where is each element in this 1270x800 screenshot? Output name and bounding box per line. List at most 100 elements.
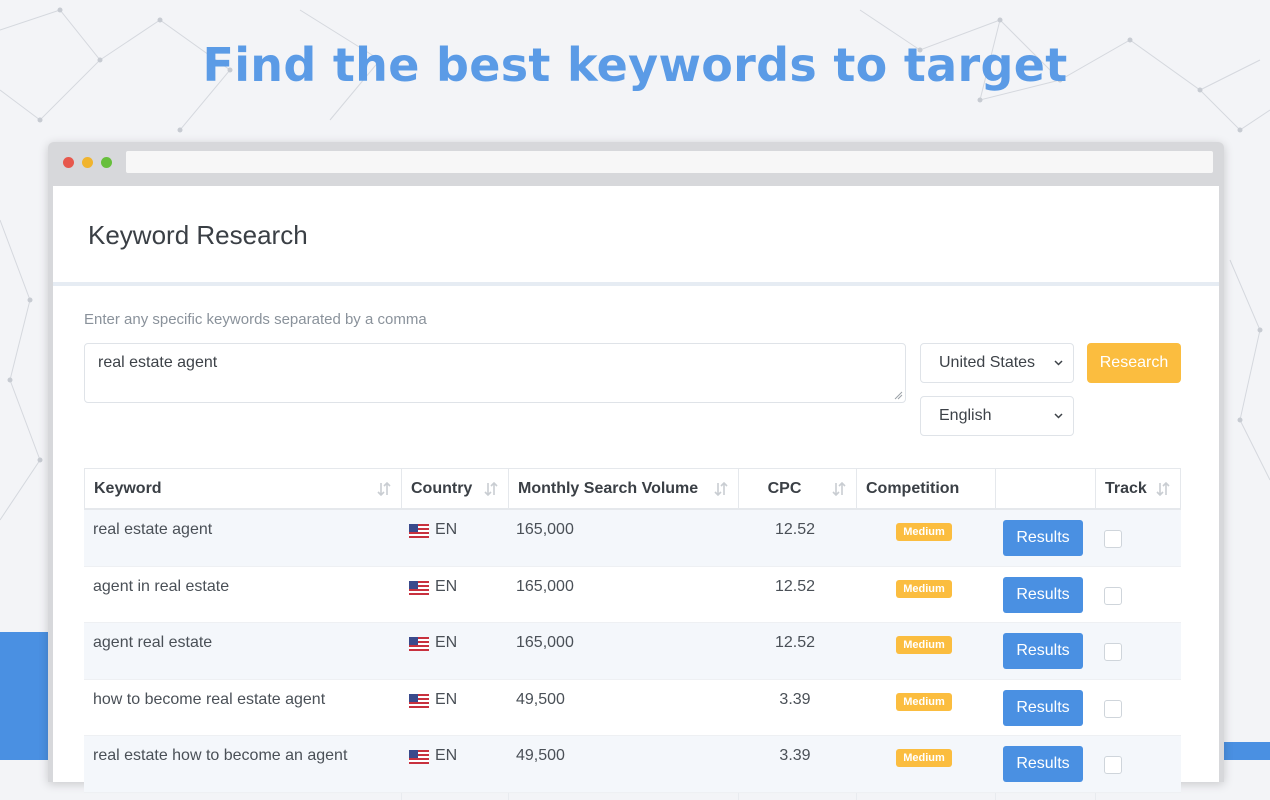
app-content: Keyword Research Enter any specific keyw… <box>53 186 1219 800</box>
keyword-cell: real estate agent <box>93 521 213 538</box>
sort-icon[interactable] <box>484 481 498 497</box>
page-title: Keyword Research <box>88 220 308 250</box>
results-button[interactable]: Results <box>1003 576 1083 613</box>
column-header-label: Monthly Search Volume <box>518 480 699 497</box>
table-header: Keyword Country Monthly Search Volume CP… <box>84 468 1181 510</box>
keyword-cell: real estate how to become an agent <box>93 747 348 764</box>
column-header-volume[interactable]: Monthly Search Volume <box>509 469 739 509</box>
results-button[interactable]: Results <box>1003 689 1083 726</box>
track-cell <box>1104 623 1122 679</box>
track-checkbox[interactable] <box>1104 643 1122 661</box>
competition-badge: Medium <box>896 692 952 711</box>
country-cell: EN <box>409 623 457 679</box>
track-checkbox[interactable] <box>1104 586 1122 605</box>
language-code: EN <box>435 634 458 651</box>
chevron-down-icon <box>1054 413 1063 419</box>
browser-chrome <box>48 142 1224 186</box>
competition-badge: Medium <box>896 579 952 598</box>
track-checkbox[interactable] <box>1104 699 1122 718</box>
country-cell: EN <box>409 680 457 736</box>
competition-cell: Medium <box>854 510 994 566</box>
language-select[interactable]: English <box>920 396 1074 436</box>
research-button[interactable]: Research <box>1087 343 1181 383</box>
country-cell: EN <box>409 510 457 566</box>
keywords-textarea[interactable]: real estate agent <box>84 343 906 403</box>
column-header-label: Track <box>1105 480 1147 497</box>
track-cell <box>1104 567 1122 623</box>
keyword-hint: Enter any specific keywords separated by… <box>84 311 427 328</box>
volume-cell: 165,000 <box>516 577 574 595</box>
competition-badge: Medium <box>896 636 952 654</box>
us-flag-icon <box>409 524 429 538</box>
column-header-competition: Competition <box>857 469 996 509</box>
cpc-cell: 12.52 <box>774 634 816 651</box>
track-cell <box>1104 510 1122 566</box>
competition-badge: Medium <box>896 749 952 767</box>
hero-title: Find the best keywords to target <box>202 38 1068 92</box>
track-checkbox[interactable] <box>1104 756 1122 774</box>
competition-cell: Medium <box>854 623 994 679</box>
table-row: agent in real estate EN 165,000 12.52 Me… <box>84 566 1181 623</box>
language-code: EN <box>435 747 458 764</box>
table-body: real estate agent EN 165,000 12.52 Mediu… <box>84 510 1181 800</box>
language-code: EN <box>435 690 458 708</box>
minimize-window-dot[interactable] <box>82 157 93 168</box>
column-header-actions <box>996 469 1096 509</box>
sort-icon[interactable] <box>377 481 391 497</box>
us-flag-icon <box>409 693 429 708</box>
language-code: EN <box>435 521 458 538</box>
sort-icon[interactable] <box>714 481 728 497</box>
competition-cell: Medium <box>854 680 994 736</box>
language-code: EN <box>435 577 458 595</box>
cpc-cell: 3.39 <box>779 690 811 708</box>
column-header-cpc[interactable]: CPC <box>739 469 857 509</box>
competition-badge: Medium <box>896 523 952 541</box>
country-select-value: United States <box>939 354 1036 371</box>
results-cell: Results <box>1003 510 1083 566</box>
table-row: real estate agent EN 165,000 12.52 Mediu… <box>84 510 1181 567</box>
results-cell: Results <box>1003 736 1083 792</box>
results-button[interactable]: Results <box>1003 633 1083 669</box>
keyword-cell: how to become real estate agent <box>93 690 326 708</box>
competition-cell: Medium <box>854 736 994 792</box>
column-header-track[interactable]: Track <box>1096 469 1180 509</box>
close-window-dot[interactable] <box>63 157 74 168</box>
column-header-label: Country <box>411 480 473 497</box>
results-button[interactable]: Results <box>1003 746 1083 782</box>
page-header: Keyword Research <box>53 186 1219 286</box>
competition-cell: Medium <box>854 567 994 623</box>
us-flag-icon <box>409 580 429 595</box>
column-header-country[interactable]: Country <box>402 469 509 509</box>
us-flag-icon <box>409 637 429 651</box>
track-cell <box>1104 680 1122 736</box>
track-checkbox[interactable] <box>1104 530 1122 548</box>
sort-icon[interactable] <box>832 481 846 497</box>
results-cell: Results <box>1003 623 1083 679</box>
language-select-value: English <box>939 407 992 424</box>
country-select[interactable]: United States <box>920 343 1074 383</box>
chevron-down-icon <box>1054 360 1063 366</box>
resize-grip-icon[interactable] <box>894 391 903 400</box>
column-header-label: Competition <box>866 480 960 497</box>
maximize-window-dot[interactable] <box>101 157 112 168</box>
country-cell: EN <box>409 567 457 623</box>
results-button[interactable]: Results <box>1003 520 1083 556</box>
keywords-value: real estate agent <box>98 354 218 371</box>
sort-icon[interactable] <box>1156 481 1170 497</box>
table-row: how to become real estate agent EN 49,50… <box>84 679 1181 736</box>
cpc-cell: 12.52 <box>774 577 816 595</box>
cpc-cell: 3.39 <box>779 747 811 764</box>
keyword-table: Keyword Country Monthly Search Volume CP… <box>84 468 1181 800</box>
track-cell <box>1104 736 1122 792</box>
volume-cell: 165,000 <box>516 634 574 651</box>
address-bar[interactable] <box>126 151 1213 173</box>
keyword-cell: agent real estate <box>93 634 213 651</box>
cpc-cell: 12.52 <box>774 521 816 538</box>
column-header-label: CPC <box>767 480 802 497</box>
country-cell: EN <box>409 736 457 792</box>
table-row: agent real estate EN 165,000 12.52 Mediu… <box>84 623 1181 680</box>
volume-cell: 49,500 <box>516 690 565 708</box>
browser-window: Keyword Research Enter any specific keyw… <box>48 142 1224 800</box>
table-row: real estate how to become an agent EN 49… <box>84 736 1181 793</box>
column-header-keyword[interactable]: Keyword <box>85 469 402 509</box>
